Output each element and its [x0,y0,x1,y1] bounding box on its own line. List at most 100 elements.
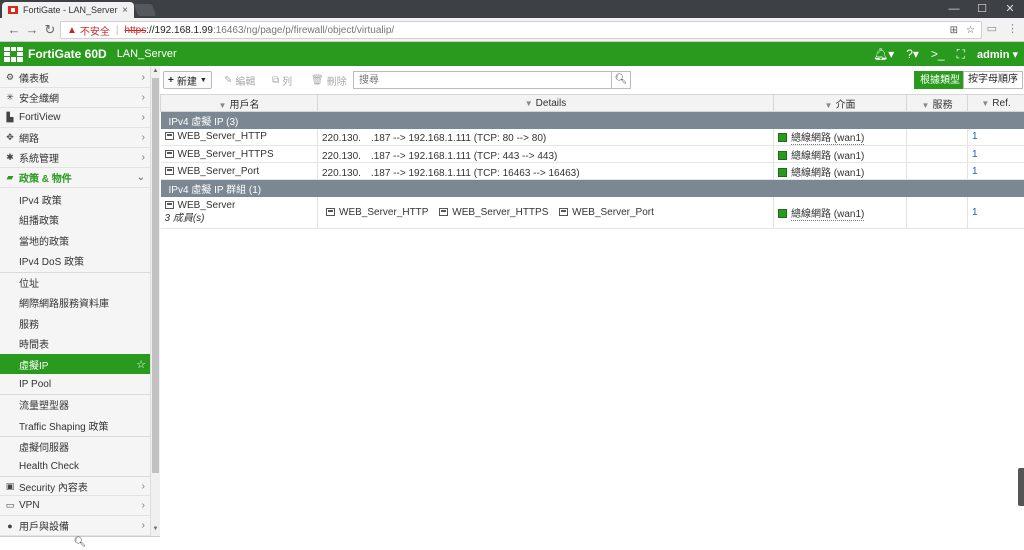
group-header-ipv4-vip[interactable]: IPv4 虛擬 IP (3) [160,111,1024,129]
sidebar-item-vpn[interactable]: ▭ VPN › [0,496,150,516]
reload-icon[interactable]: ↻ [42,22,58,38]
sidebar-sub-health-check[interactable]: Health Check [0,456,150,476]
alphabetical-button[interactable]: 按字母順序 [963,71,1023,89]
sidebar-sub-local-policy[interactable]: 當地的政策 [0,230,150,250]
vip-ref-link[interactable]: 1 [967,128,1024,146]
vpn-icon: ▭ [5,500,15,510]
virtual-ip-group-icon [164,201,174,210]
notification-bell-icon[interactable]: 🔔︎▾ [873,47,894,61]
sidebar-item-policy-objects[interactable]: ▰ 政策 & 物件 ⌄ [0,168,150,188]
group-by-type-button[interactable]: 根據類型 [914,71,966,89]
sidebar-item-security-profiles[interactable]: ▣ Security 內容表 › [0,476,150,496]
vip-name: WEB_Server_HTTPS [177,148,274,160]
column-header-name[interactable]: ▼ 用戶名 [160,94,318,112]
sidebar-sub-addresses[interactable]: 位址 [0,272,150,292]
vip-group-name: WEB_Server [177,200,236,212]
sidebar-item-system[interactable]: ✱ 系統管理 › [0,148,150,168]
favorite-star-icon[interactable]: ☆ [136,358,146,371]
sidebar-item-label: 用戶與設備 [19,522,69,533]
table-row[interactable]: WEB_Server 3 成員(s) WEB_Server_HTTP WEB_S… [160,196,1024,229]
sidebar-sub-services[interactable]: 服務 [0,313,150,333]
plus-icon: + [168,74,174,86]
chevron-right-icon: › [141,480,145,492]
insecure-label[interactable]: 不安全 [80,23,110,38]
column-header-details[interactable]: ▼ Details [317,94,774,112]
sidebar-sub-ipv4-policy[interactable]: IPv4 政策 [0,189,150,209]
sidebar-sub-traffic-shapers[interactable]: 流量塑型器 [0,394,150,414]
sidebar-search-icon[interactable]: 🔍︎ [0,536,160,550]
column-header-services[interactable]: ▼ 服務 [906,94,968,112]
sidebar-item-dashboard[interactable]: ⚙ 儀表板 › [0,68,150,88]
close-window-icon[interactable]: ✕ [996,0,1024,18]
fortiview-icon: ▙ [6,112,14,122]
sidebar-sub-ip-pools[interactable]: IP Pool [0,374,150,394]
filter-icon[interactable]: ▼ [981,99,989,108]
policy-icon: ▰ [6,172,14,182]
url-scheme: https [124,24,147,36]
translate-icon[interactable]: ⊞ [950,25,958,36]
url-input[interactable]: ▲ 不安全 | https ://192.168.1.99 :16463/ng/… [60,21,982,39]
group-title: IPv4 虛擬 IP 群組 (1) [160,179,1024,197]
cli-console-icon[interactable]: >_ [931,47,945,61]
browser-tab[interactable]: FortiGate - LAN_Server × [2,2,134,18]
new-tab-button[interactable] [133,4,157,16]
table-row[interactable]: WEB_Server_HTTP 220.130. .187 --> 192.16… [160,128,1024,146]
sidebar-item-user-device[interactable]: ● 用戶與設備 › [0,516,150,536]
column-header-interface[interactable]: ▼ 介面 [773,94,907,112]
filter-icon[interactable]: ▼ [219,101,227,110]
device-model: FortiGate 60D [28,47,107,61]
search-input[interactable] [353,71,611,89]
sidebar-item-network[interactable]: ✥ 網路 › [0,128,150,148]
sidebar-sub-virtual-servers[interactable]: 虛擬伺服器 [0,436,150,456]
forward-arrow-icon[interactable]: → [24,22,40,38]
scroll-down-arrow-icon[interactable]: ▼ [151,526,160,532]
scroll-up-arrow-icon[interactable]: ▲ [151,68,160,74]
virtual-ip-icon [164,132,174,141]
help-icon[interactable]: ?▾ [906,47,919,61]
filter-icon[interactable]: ▼ [922,101,930,110]
back-arrow-icon[interactable]: ← [6,22,22,38]
sidebar-sub-internet-service-db[interactable]: 網際網路服務資料庫 [0,292,150,312]
sidebar-scroll-thumb[interactable] [152,78,159,473]
table-header-row: ▼ 用戶名 ▼ Details ▼ 介面 ▼ 服務 ▼ Ref. [160,94,1024,112]
bookmark-star-icon[interactable]: ☆ [966,25,975,36]
clone-button[interactable]: ⧉ 列 [268,71,296,89]
sidebar-sub-multicast-policy[interactable]: 組播政策 [0,209,150,229]
sidebar-sub-traffic-shaping-policy[interactable]: Traffic Shaping 政策 [0,415,150,435]
minimize-icon[interactable]: — [940,0,968,18]
sidebar-item-security-fabric[interactable]: ✳ 安全織網 › [0,88,150,108]
maximize-icon[interactable]: ☐ [968,0,996,18]
clone-label: 列 [282,76,293,88]
browser-menu-icon[interactable]: ⋮ [1007,22,1018,35]
sidebar-item-label: VPN [19,500,40,511]
chevron-right-icon: › [141,500,145,511]
column-header-ref[interactable]: ▼ Ref. [967,94,1024,112]
cast-icon[interactable]: ▭ [987,22,997,35]
close-tab-icon[interactable]: × [122,5,128,16]
side-panel-handle[interactable] [1018,468,1024,506]
fullscreen-icon[interactable]: ⛶ [957,47,965,62]
delete-button[interactable]: 🗑︎ 刪除 [307,71,351,89]
sidebar-sub-schedules[interactable]: 時間表 [0,333,150,353]
create-new-button[interactable]: + 新建 ▼ [163,71,212,89]
sidebar-sub-virtual-ips[interactable]: 虛擬IP ☆ [0,354,150,374]
vip-ref-link[interactable]: 1 [967,196,1024,229]
sidebar-sub-ipv4-dos-policy[interactable]: IPv4 DoS 政策 [0,250,150,270]
filter-icon[interactable]: ▼ [825,101,833,110]
edit-button[interactable]: ✎ 編輯 [220,71,259,89]
sidebar-scrollbar[interactable]: ▲ ▼ [150,66,160,536]
table-row[interactable]: WEB_Server_Port 220.130. .187 --> 192.16… [160,162,1024,180]
vip-ref-link[interactable]: 1 [967,145,1024,163]
fortinet-favicon-icon [8,6,18,14]
search-icon[interactable]: 🔍︎ [611,71,631,89]
table-row[interactable]: WEB_Server_HTTPS 220.130. .187 --> 192.1… [160,145,1024,163]
admin-menu[interactable]: admin ▾ [977,48,1018,61]
sidebar-item-fortiview[interactable]: ▙ FortiView › [0,108,150,128]
sidebar-item-label: 網路 [19,134,39,145]
group-title: IPv4 虛擬 IP (3) [160,111,1024,129]
group-header-ipv4-vip-group[interactable]: IPv4 虛擬 IP 群組 (1) [160,179,1024,197]
vip-ref-link[interactable]: 1 [967,162,1024,180]
vip-details: 220.130. .187 --> 192.168.1.111 (TCP: 16… [317,162,774,180]
filter-icon[interactable]: ▼ [525,99,533,108]
chevron-right-icon: › [141,152,145,163]
